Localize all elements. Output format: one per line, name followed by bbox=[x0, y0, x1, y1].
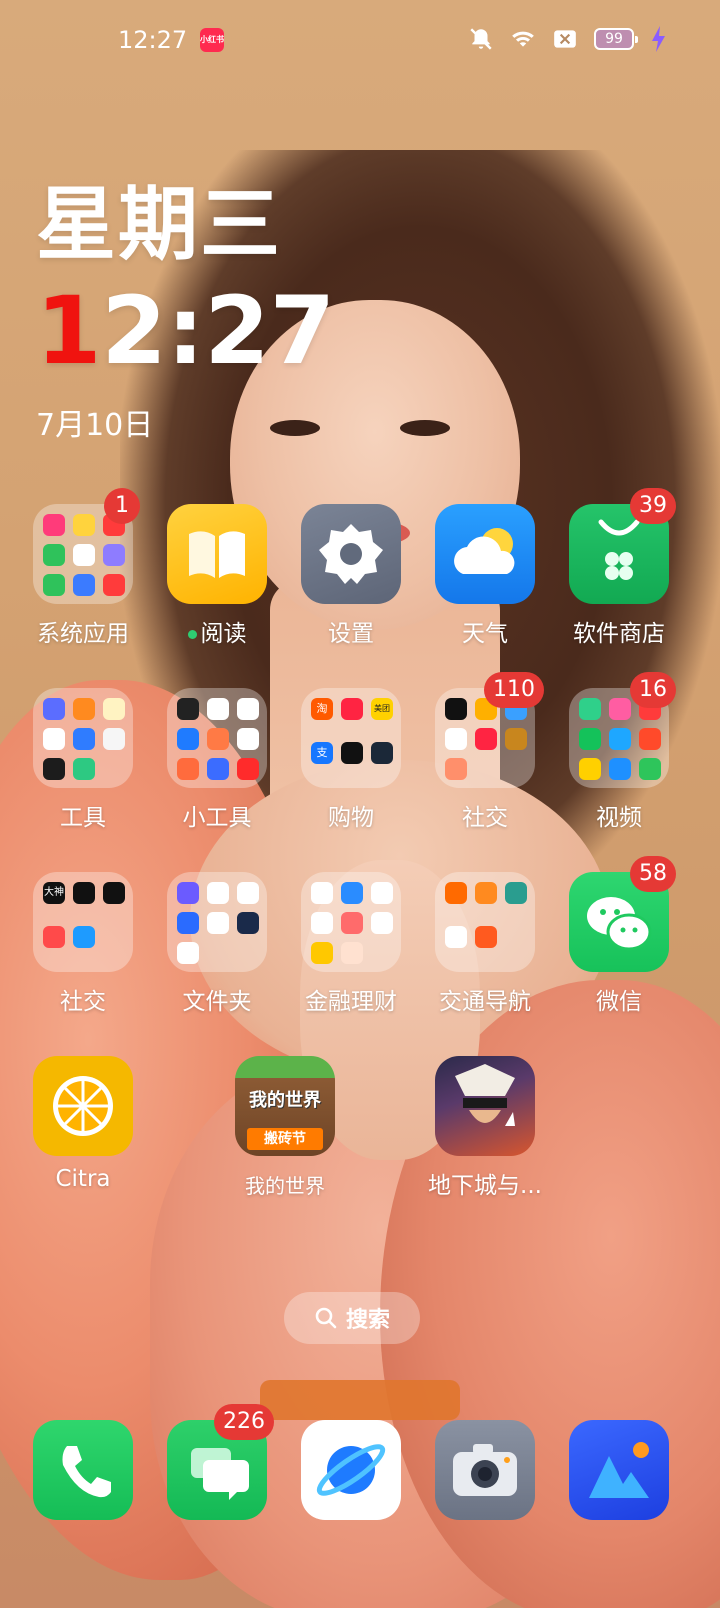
status-time: 12:27 bbox=[118, 26, 188, 54]
notification-badge: 226 bbox=[214, 1404, 274, 1440]
wifi-icon bbox=[512, 31, 534, 47]
app-minecraft[interactable]: 我的世界 搬砖节 我的世界 bbox=[218, 1056, 352, 1206]
app-label: 设置 bbox=[328, 621, 374, 647]
app-label: 地下城与... bbox=[428, 1173, 542, 1199]
folder-files[interactable]: 文件夹 bbox=[150, 872, 284, 1022]
search-label: 搜索 bbox=[345, 1308, 390, 1333]
app-label: 阅读 bbox=[200, 621, 247, 647]
weather-icon bbox=[435, 504, 535, 604]
dock-gallery[interactable] bbox=[552, 1420, 686, 1570]
search-button[interactable]: 搜索 bbox=[284, 1292, 420, 1344]
app-label: 微信 bbox=[596, 989, 642, 1015]
app-label: 交通导航 bbox=[439, 989, 531, 1015]
battery-icon: 99 bbox=[594, 28, 638, 50]
dnf-game-icon bbox=[435, 1056, 535, 1156]
notification-badge: 1 bbox=[104, 488, 140, 524]
app-label: 社交 bbox=[462, 805, 508, 831]
folder-system-apps[interactable]: 1 系统应用 bbox=[16, 488, 150, 654]
mute-bell-icon bbox=[470, 28, 492, 50]
folder-video[interactable]: 16 视频 bbox=[552, 672, 686, 838]
notification-badge: 16 bbox=[630, 672, 676, 708]
book-icon bbox=[167, 504, 267, 604]
app-citra[interactable]: Citra bbox=[16, 1056, 150, 1206]
app-label: 小工具 bbox=[182, 805, 252, 831]
app-label: 天气 bbox=[462, 621, 508, 647]
widget-date: 7月10日 bbox=[36, 408, 154, 443]
weekday-label: 星期三 bbox=[36, 178, 282, 271]
app-weather[interactable]: 天气 bbox=[418, 504, 552, 654]
app-dnf[interactable]: 地下城与... bbox=[418, 1056, 552, 1206]
dock-browser[interactable] bbox=[284, 1420, 418, 1570]
gallery-icon bbox=[569, 1420, 669, 1520]
folder-small-tools[interactable]: 小工具 bbox=[150, 688, 284, 838]
minecraft-icon: 我的世界 搬砖节 bbox=[235, 1056, 335, 1156]
status-bar: 12:27 小红书 99 bbox=[0, 0, 720, 80]
app-store[interactable]: 39 软件商店 bbox=[552, 488, 686, 654]
dock-camera[interactable] bbox=[418, 1420, 552, 1570]
browser-planet-icon bbox=[301, 1420, 401, 1520]
notification-badge: 58 bbox=[630, 856, 676, 892]
widget-time: 12:27 bbox=[36, 277, 336, 386]
dock-phone[interactable] bbox=[16, 1420, 150, 1570]
folder-tools[interactable]: 工具 bbox=[16, 688, 150, 838]
camera-icon bbox=[435, 1420, 535, 1520]
app-label: 工具 bbox=[60, 805, 106, 831]
charging-bolt-icon bbox=[652, 26, 665, 52]
app-label: Citra bbox=[55, 1166, 111, 1192]
app-label: 购物 bbox=[328, 805, 374, 831]
folder-finance[interactable]: 金融理财 bbox=[284, 872, 418, 1022]
citra-orange-icon bbox=[33, 1056, 133, 1156]
app-label: 我的世界 bbox=[245, 1174, 325, 1198]
app-label: 软件商店 bbox=[573, 621, 665, 647]
gear-icon bbox=[301, 504, 401, 604]
folder-social-2[interactable]: 大神 社交 bbox=[16, 872, 150, 1022]
clock-widget[interactable]: 星期三 12:27 7月10日 bbox=[36, 160, 335, 444]
app-settings[interactable]: 设置 bbox=[284, 504, 418, 654]
app-wechat[interactable]: 58 微信 bbox=[552, 856, 686, 1022]
phone-icon bbox=[33, 1420, 133, 1520]
xiaohongshu-notification-icon: 小红书 bbox=[200, 28, 224, 52]
app-label: 系统应用 bbox=[37, 621, 129, 647]
new-dot bbox=[187, 630, 197, 639]
app-reading[interactable]: 阅读 bbox=[150, 504, 284, 654]
notification-badge: 39 bbox=[630, 488, 676, 524]
folder-shopping[interactable]: 淘 美团 支 购物 bbox=[284, 688, 418, 838]
folder-navigation[interactable]: 交通导航 bbox=[418, 872, 552, 1022]
app-label: 视频 bbox=[596, 805, 642, 831]
search-icon bbox=[315, 1307, 337, 1329]
sim-x-icon bbox=[554, 30, 576, 48]
notification-badge: 110 bbox=[484, 672, 544, 708]
app-label: 文件夹 bbox=[182, 989, 252, 1015]
app-label: 金融理财 bbox=[305, 989, 397, 1015]
folder-social[interactable]: 110 社交 bbox=[418, 672, 552, 838]
app-label: 社交 bbox=[60, 989, 106, 1015]
dock-messages[interactable]: 226 bbox=[150, 1404, 284, 1570]
